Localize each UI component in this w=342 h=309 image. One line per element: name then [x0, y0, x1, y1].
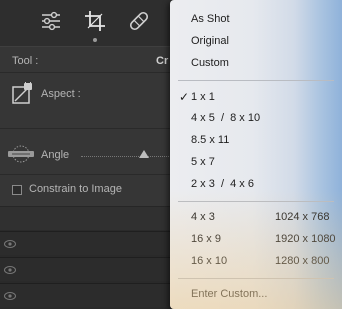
crop-icon[interactable]: [82, 8, 108, 34]
constrain-to-image-checkbox[interactable]: [12, 185, 22, 195]
menu-item-original[interactable]: Original: [170, 31, 342, 51]
menu-item-4x3[interactable]: 4 x 3 1024 x 768: [170, 207, 342, 227]
angle-label: Angle: [41, 149, 70, 161]
menu-item-enter-custom[interactable]: Enter Custom...: [170, 284, 342, 304]
menu-item-as-shot[interactable]: As Shot: [170, 9, 342, 29]
tool-label: Tool :: [12, 55, 39, 67]
menu-item-4x5-8x10[interactable]: 4 x 5 / 8 x 10: [170, 108, 342, 128]
eye-icon[interactable]: [4, 240, 16, 248]
menu-separator: [178, 80, 334, 81]
menu-separator: [178, 278, 334, 279]
menu-item-5x7[interactable]: 5 x 7: [170, 152, 342, 172]
healing-bandage-icon[interactable]: [126, 8, 152, 34]
menu-item-1x1[interactable]: ✓ 1 x 1: [170, 87, 342, 107]
angle-slider-track[interactable]: [81, 156, 171, 157]
menu-item-16x9[interactable]: 16 x 9 1920 x 1080: [170, 229, 342, 249]
menu-item-16x10[interactable]: 16 x 10 1280 x 800: [170, 251, 342, 271]
menu-separator: [178, 201, 334, 202]
active-tool-indicator: [93, 38, 97, 42]
checkmark-icon: ✓: [179, 90, 190, 104]
aspect-ratio-menu: As Shot Original Custom ✓ 1 x 1 4 x 5 / …: [170, 0, 342, 309]
eye-icon[interactable]: [4, 292, 16, 300]
straighten-level-icon[interactable]: [6, 143, 36, 165]
menu-item-8-5x11[interactable]: 8.5 x 11: [170, 130, 342, 150]
tool-value[interactable]: Cr: [156, 55, 168, 67]
angle-slider-thumb[interactable]: [139, 150, 149, 158]
aspect-label: Aspect :: [41, 88, 81, 100]
constrain-to-image-label: Constrain to Image: [29, 183, 122, 195]
sliders-icon[interactable]: [38, 8, 64, 34]
menu-item-2x3-4x6[interactable]: 2 x 3 / 4 x 6: [170, 174, 342, 194]
menu-item-custom[interactable]: Custom: [170, 53, 342, 73]
aspect-lock-icon[interactable]: [10, 79, 34, 106]
eye-icon[interactable]: [4, 266, 16, 274]
